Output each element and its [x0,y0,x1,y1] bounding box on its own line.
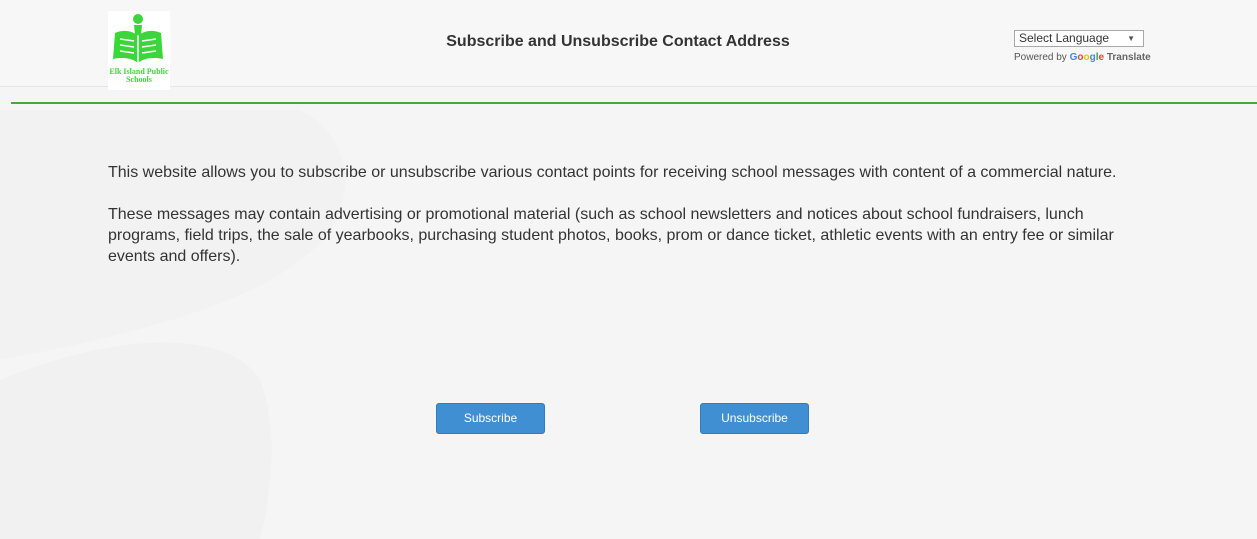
page-title: Subscribe and Unsubscribe Contact Addres… [446,33,790,50]
google-logo[interactable]: Google [1070,52,1104,63]
language-select[interactable]: Select Language ▼ [1014,30,1144,47]
unsubscribe-button[interactable]: Unsubscribe [700,403,809,434]
powered-by-prefix: Powered by [1014,52,1067,63]
language-select-value: Select Language [1019,31,1110,45]
header-divider [11,102,1257,104]
intro-paragraph: These messages may contain advertising o… [108,206,1114,265]
school-logo[interactable]: Elk Island Public Schools [108,11,170,90]
page-header: Elk Island Public Schools Subscribe and … [0,0,1257,90]
subscribe-button[interactable]: Subscribe [436,403,545,434]
intro-content: This website allows you to subscribe or … [108,162,1148,267]
logo-text: Elk Island Public Schools [109,67,169,84]
intro-paragraph: This website allows you to subscribe or … [108,164,1117,181]
google-letter: e [1098,52,1105,63]
school-book-person-icon [113,14,163,63]
powered-by-google-translate: Powered by Google Translate [1014,52,1151,63]
translate-link[interactable]: Translate [1107,52,1151,63]
chevron-down-icon: ▼ [1127,34,1135,43]
